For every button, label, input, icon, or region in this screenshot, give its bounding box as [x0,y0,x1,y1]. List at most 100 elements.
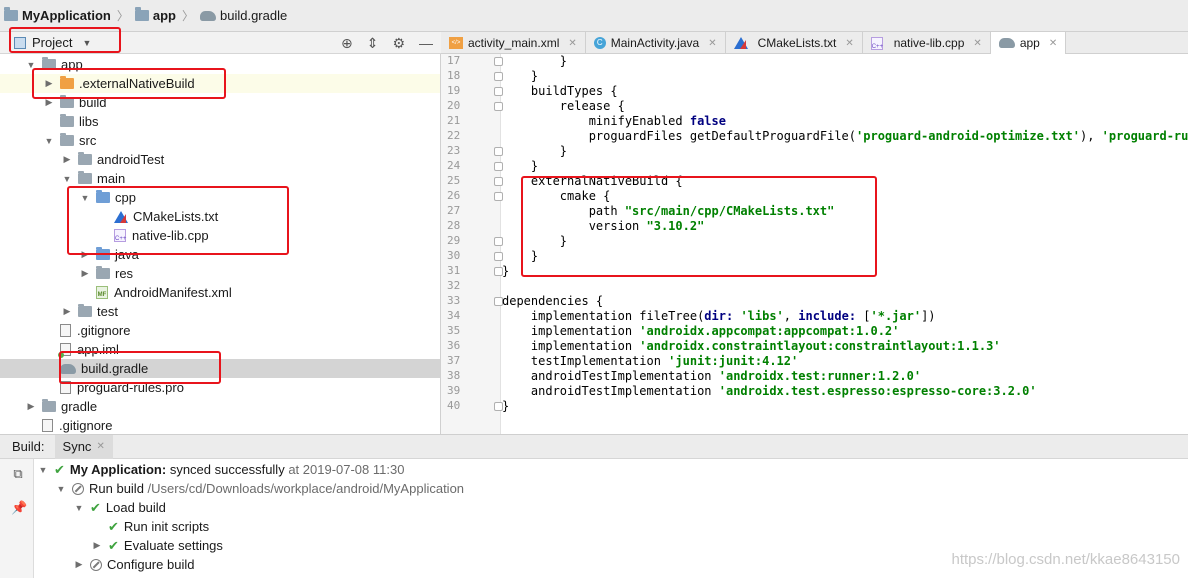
code-line[interactable]: testImplementation 'junit:junit:4.12' [502,354,798,368]
tree-item[interactable]: ▶ res [0,264,440,283]
code-line[interactable]: minifyEnabled false [502,114,726,128]
close-tab-icon[interactable]: ✕ [845,38,853,49]
close-tab-icon[interactable]: ✕ [1049,38,1057,49]
code-line[interactable]: } [502,159,538,173]
folder-icon [78,304,92,317]
expand-arrow-icon[interactable]: ▼ [62,174,72,184]
sync-tab-label: Sync [62,439,92,454]
project-view-selector[interactable]: Project ▼ [14,35,91,50]
code-line[interactable]: version "3.10.2" [502,219,705,233]
collapse-arrow-icon[interactable]: ▶ [80,249,90,260]
code-line[interactable]: androidTestImplementation 'androidx.test… [502,369,921,383]
tree-item[interactable]: CMakeLists.txt [0,207,440,226]
source-folder-icon [96,190,110,203]
code-line[interactable]: androidTestImplementation 'androidx.test… [502,384,1037,398]
code-line[interactable]: } [502,69,538,83]
tree-item[interactable]: MF AndroidManifest.xml [0,283,440,302]
tree-item[interactable]: ▼ main [0,169,440,188]
collapse-arrow-icon[interactable]: ▶ [80,268,90,279]
line-number: 27 [447,204,461,217]
tree-item[interactable]: .gitignore [0,416,440,434]
build-step[interactable]: ▼ ✔ My Application: synced successfully at… [38,460,405,479]
code-line[interactable]: implementation 'androidx.constraintlayou… [502,339,1001,353]
close-tab-icon[interactable]: ✕ [973,38,981,49]
collapse-arrow-icon[interactable]: ▶ [74,559,84,570]
breadcrumb-module[interactable]: app [153,8,176,23]
breadcrumb-file[interactable]: build.gradle [220,8,287,23]
folder-icon [60,114,74,127]
tree-item[interactable]: ▼ src [0,131,440,150]
expand-arrow-icon[interactable]: ▼ [80,193,90,203]
build-step[interactable]: ▶ Configure build [74,555,195,574]
tree-item[interactable]: ▶ test [0,302,440,321]
expand-arrow-icon[interactable]: ▼ [26,60,36,70]
tree-item[interactable]: ▶ androidTest [0,150,440,169]
tree-item[interactable]: ▶ java [0,245,440,264]
toggle-view-icon[interactable]: ⧉ [11,467,25,481]
tree-item[interactable]: proguard-rules.pro [0,378,440,397]
code-line[interactable]: } [502,249,538,263]
text-file-icon [42,419,53,432]
close-icon[interactable]: ✕ [96,441,104,452]
build-step-label: Load build [105,500,166,515]
code-line[interactable]: dependencies { [502,294,603,308]
code-line[interactable]: } [502,399,509,413]
hide-panel-icon[interactable]: — [419,35,433,51]
code-line[interactable]: cmake { [502,189,611,203]
tree-item-label: main [97,171,126,186]
build-step[interactable]: ▶ ✔ Evaluate settings [92,536,223,555]
collapse-arrow-icon[interactable]: ▶ [44,78,54,89]
build-step[interactable]: ▼ Run build /Users/cd/Downloads/workplace… [56,479,465,498]
xml-file-icon: </> [449,37,463,49]
gear-icon[interactable]: ⚙ [392,35,405,52]
code-line[interactable]: externalNativeBuild { [502,174,683,188]
collapse-all-icon[interactable]: ⇕ [367,35,379,52]
code-line[interactable]: } [502,264,509,278]
collapse-arrow-icon[interactable]: ▶ [26,401,36,412]
skipped-status-icon [90,558,102,571]
code-line[interactable]: proguardFiles getDefaultProguardFile('pr… [502,129,1188,143]
editor-tab[interactable]: CMakeLists.txt ✕ [726,32,863,54]
collapse-arrow-icon[interactable]: ▶ [44,97,54,108]
tree-item[interactable]: libs [0,112,440,131]
tree-item[interactable]: ▶ .externalNativeBuild [0,74,440,93]
tree-item[interactable]: C++ native-lib.cpp [0,226,440,245]
tree-item[interactable]: ▼ cpp [0,188,440,207]
editor-tab[interactable]: C++ native-lib.cpp ✕ [863,32,991,54]
expand-arrow-icon[interactable]: ▼ [56,484,66,494]
locate-file-icon[interactable]: ⊕ [341,35,353,52]
code-line[interactable]: } [502,234,567,248]
breadcrumb-project[interactable]: MyApplication [22,8,111,23]
build-step[interactable]: ▼ ✔ Load build [74,498,166,517]
collapse-arrow-icon[interactable]: ▶ [62,154,72,165]
expand-arrow-icon[interactable]: ▼ [44,136,54,146]
editor-tab[interactable]: </> activity_main.xml ✕ [441,32,586,54]
build-step[interactable]: ✔ Run init scripts [92,517,209,536]
code-line[interactable]: } [502,54,567,68]
module-file-icon [58,343,71,358]
close-tab-icon[interactable]: ✕ [568,38,576,49]
editor-tab[interactable]: C MainActivity.java ✕ [586,32,726,54]
code-line[interactable]: release { [502,99,625,113]
code-line[interactable]: path "src/main/cpp/CMakeLists.txt" [502,204,835,218]
code-line[interactable]: implementation 'androidx.appcompat:appco… [502,324,899,338]
collapse-arrow-icon[interactable]: ▶ [62,306,72,317]
tree-item[interactable]: .gitignore [0,321,440,340]
code-line[interactable]: } [502,144,567,158]
expand-arrow-icon[interactable]: ▼ [74,503,84,513]
tree-item[interactable]: build.gradle [0,359,440,378]
code-line[interactable]: implementation fileTree(dir: 'libs', inc… [502,309,936,323]
tree-item[interactable]: ▼ app [0,55,440,74]
editor-tab[interactable]: app ✕ [990,32,1067,54]
code-editor[interactable]: 17 18 19 20 21 22 23 24 25 26 27 28 29 30 31 32 33 34 35 36… [441,54,1188,434]
expand-arrow-icon[interactable]: ▼ [38,465,48,475]
code-line[interactable]: buildTypes { [502,84,618,98]
close-tab-icon[interactable]: ✕ [708,38,716,49]
tab-sync[interactable]: Sync ✕ [54,434,113,459]
collapse-arrow-icon[interactable]: ▶ [92,540,102,551]
tree-item[interactable]: ▶ gradle [0,397,440,416]
tree-item[interactable]: ▶ build [0,93,440,112]
tree-item[interactable]: app.iml [0,340,440,359]
breadcrumb-separator-icon: 〉 [116,9,129,23]
pin-icon[interactable]: 📌 [11,501,27,515]
